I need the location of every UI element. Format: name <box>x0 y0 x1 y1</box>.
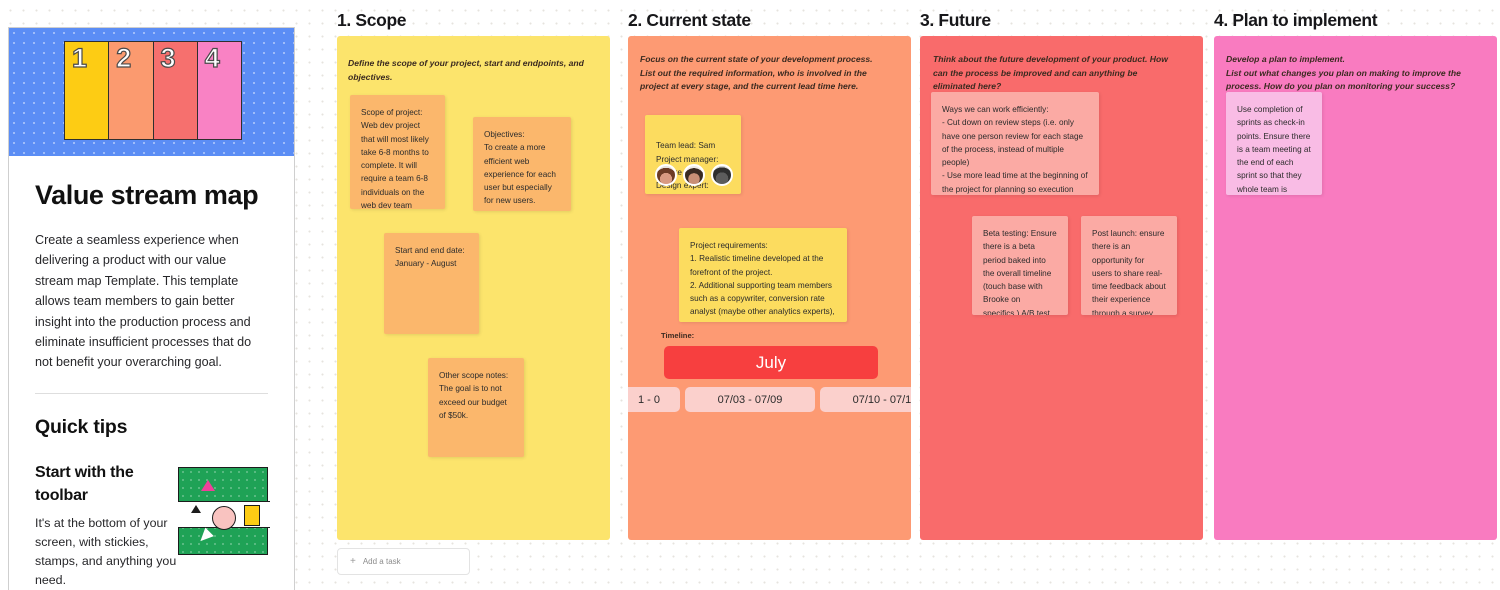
template-preview-thumbnail: 1 2 3 4 <box>9 28 294 156</box>
timeline-week[interactable]: 07/03 - 07/09 <box>685 387 815 412</box>
preview-column-1: 1 <box>65 42 110 139</box>
preview-column-4-number: 4 <box>204 42 220 73</box>
quick-tips-heading: Quick tips <box>35 415 128 438</box>
preview-column-2-number: 2 <box>116 42 132 73</box>
board-canvas: 1 2 3 4 Value stream map Create a seamle… <box>0 0 1500 590</box>
sticky-note-team-roster[interactable]: Team lead: Sam Project manager: Brooke D… <box>645 115 741 194</box>
template-description: Create a seamless experience when delive… <box>35 233 252 370</box>
avatar[interactable] <box>683 164 705 186</box>
timeline-week[interactable]: 1 - 0 <box>628 387 680 412</box>
sticky-note-project-requirements[interactable]: Project requirements: 1. Realistic timel… <box>679 228 847 322</box>
sticky-note-beta-testing[interactable]: Beta testing: Ensure there is a beta per… <box>972 216 1068 315</box>
sticky-note-scope-of-project[interactable]: Scope of project: Web dev project that w… <box>350 95 445 209</box>
column-prompt-scope: Define the scope of your project, start … <box>348 58 584 82</box>
plus-icon: + <box>350 555 356 567</box>
preview-column-3-number: 3 <box>160 42 176 73</box>
sticky-note-sprint-checkins[interactable]: Use completion of sprints as check-in po… <box>1226 92 1322 195</box>
quick-tip-toolbar: Start with the toolbar It's at the botto… <box>35 461 270 590</box>
column-prompt-future: Think about the future development of yo… <box>933 54 1168 92</box>
preview-columns: 1 2 3 4 <box>64 41 242 140</box>
timeline-widget[interactable]: July 1 - 0 07/03 - 07/09 07/10 - 07/14 <box>628 343 911 413</box>
quick-tip-toolbar-heading: Start with the toolbar <box>35 463 134 504</box>
sticky-note-other-scope-notes[interactable]: Other scope notes: The goal is to not ex… <box>428 358 524 457</box>
column-title-scope: 1. Scope <box>337 10 407 30</box>
template-title: Value stream map <box>35 180 259 210</box>
quick-tip-toolbar-body: It's at the bottom of your screen, with … <box>35 516 177 587</box>
column-title-plan-to-implement: 4. Plan to implement <box>1214 10 1378 30</box>
sticky-note-start-and-end-date[interactable]: Start and end date: January - August <box>384 233 479 334</box>
preview-column-3: 3 <box>153 42 198 139</box>
column-title-future: 3. Future <box>920 10 991 30</box>
column-prompt-current-state: Focus on the current state of your devel… <box>640 54 873 92</box>
toolbar-illustration-icon <box>178 466 270 555</box>
sticky-note-ways-to-work-efficiently[interactable]: Ways we can work efficiently: - Cut down… <box>931 92 1099 195</box>
add-task-button[interactable]: + Add a task <box>337 548 470 575</box>
column-title-current-state: 2. Current state <box>628 10 751 30</box>
sidebar-body: Value stream map Create a seamless exper… <box>9 156 294 590</box>
avatar[interactable] <box>655 164 677 186</box>
preview-column-2: 2 <box>109 42 154 139</box>
sidebar-divider <box>35 392 268 394</box>
sticky-note-objectives[interactable]: Objectives: To create a more efficient w… <box>473 117 571 211</box>
preview-column-4: 4 <box>197 42 241 139</box>
avatar-group <box>655 164 733 186</box>
timeline-month[interactable]: July <box>664 346 878 379</box>
timeline-week[interactable]: 07/10 - 07/14 <box>820 387 911 412</box>
timeline-label: Timeline: <box>661 331 695 340</box>
avatar[interactable] <box>711 164 733 186</box>
sticky-note-post-launch[interactable]: Post launch: ensure there is an opportun… <box>1081 216 1177 315</box>
add-task-label: Add a task <box>362 557 401 566</box>
template-info-sidebar: 1 2 3 4 Value stream map Create a seamle… <box>8 27 295 590</box>
preview-column-1-number: 1 <box>71 42 88 73</box>
column-prompt-plan-to-implement: Develop a plan to implement. List out wh… <box>1226 54 1461 92</box>
